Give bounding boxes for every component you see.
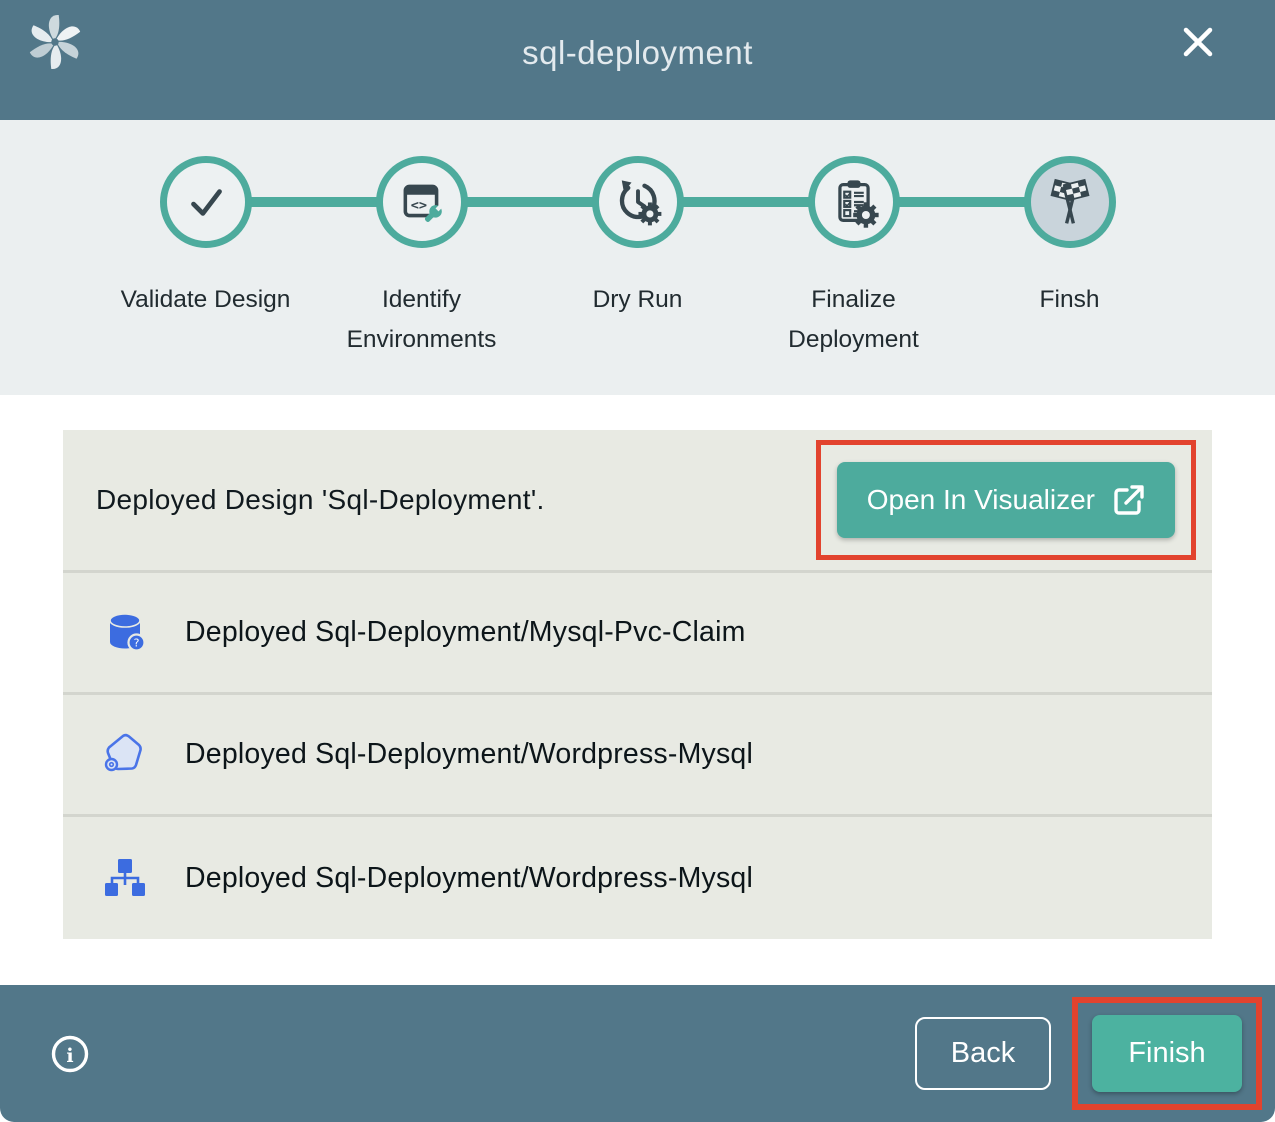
finish-button[interactable]: Finish xyxy=(1092,1015,1242,1092)
step-label: Finalize Deployment xyxy=(766,280,942,360)
step-label: Finsh xyxy=(982,280,1158,320)
result-text: Deployed Sql-Deployment/Mysql-Pvc-Claim xyxy=(185,616,746,649)
step-validate-design[interactable]: Validate Design xyxy=(98,156,314,360)
step-circle xyxy=(808,156,900,248)
finish-flags-icon xyxy=(1043,175,1097,229)
back-button[interactable]: Back xyxy=(915,1017,1051,1090)
meshery-logo-icon xyxy=(27,14,83,70)
result-row-deployment: Deployed Sql-Deployment/Wordpress-Mysql xyxy=(63,817,1212,939)
check-icon xyxy=(181,177,231,227)
step-circle xyxy=(592,156,684,248)
info-icon[interactable]: i xyxy=(50,1034,90,1074)
step-label: Dry Run xyxy=(550,280,726,320)
step-finish[interactable]: Finsh xyxy=(962,156,1178,360)
step-identify-environments[interactable]: <> Identify Environments xyxy=(314,156,530,360)
results-panel: Deployed Design 'Sql-Deployment'. Open I… xyxy=(0,395,1275,985)
visualizer-highlight-box: Open In Visualizer xyxy=(816,440,1196,560)
dialog-title: sql-deployment xyxy=(522,34,753,72)
svg-text:<>: <> xyxy=(410,197,426,213)
step-circle-active xyxy=(1024,156,1116,248)
step-circle: <> xyxy=(376,156,468,248)
result-row-pvc: ? Deployed Sql-Deployment/Mysql-Pvc-Clai… xyxy=(63,573,1212,695)
deployment-wizard-dialog: sql-deployment Validate Design xyxy=(0,0,1275,1122)
external-link-icon xyxy=(1113,484,1145,516)
dry-run-icon xyxy=(612,176,664,228)
step-label: Identify Environments xyxy=(334,280,510,360)
dialog-header: sql-deployment xyxy=(0,0,1275,120)
dialog-footer: i Back Finish xyxy=(0,985,1275,1122)
code-config-icon: <> xyxy=(397,177,447,227)
step-finalize-deployment[interactable]: Finalize Deployment xyxy=(746,156,962,360)
open-in-visualizer-button[interactable]: Open In Visualizer xyxy=(837,462,1175,538)
result-row-service: Deployed Sql-Deployment/Wordpress-Mysql xyxy=(63,695,1212,817)
step-dry-run[interactable]: Dry Run xyxy=(530,156,746,360)
result-text: Deployed Sql-Deployment/Wordpress-Mysql xyxy=(185,738,753,771)
step-label: Validate Design xyxy=(118,280,294,320)
close-icon[interactable] xyxy=(1176,20,1220,64)
open-in-visualizer-label: Open In Visualizer xyxy=(867,484,1095,516)
deploy-summary-row: Deployed Design 'Sql-Deployment'. Open I… xyxy=(63,430,1212,573)
step-circle xyxy=(160,156,252,248)
service-pentagon-icon xyxy=(101,731,149,779)
result-text: Deployed Sql-Deployment/Wordpress-Mysql xyxy=(185,862,753,895)
pvc-database-icon: ? xyxy=(101,609,149,657)
svg-text:i: i xyxy=(66,1045,73,1067)
deployment-tree-icon xyxy=(101,854,149,902)
deploy-message: Deployed Design 'Sql-Deployment'. xyxy=(96,484,545,516)
clipboard-gear-icon xyxy=(828,176,880,228)
wizard-stepper: Validate Design <> Identify xyxy=(0,120,1275,395)
finish-highlight-box: Finish xyxy=(1072,997,1262,1110)
svg-text:?: ? xyxy=(134,636,140,649)
